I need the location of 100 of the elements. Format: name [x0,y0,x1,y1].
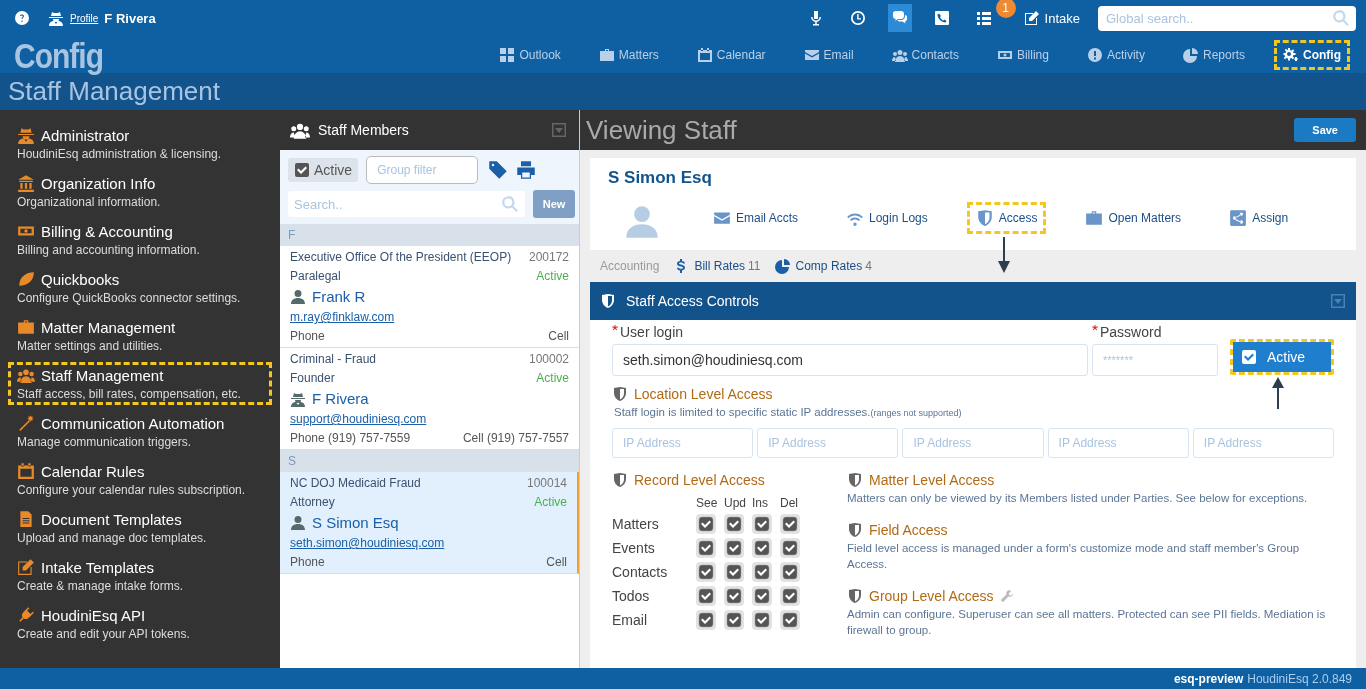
detail-tab[interactable]: Login Logs [837,202,937,234]
ip-address-field[interactable]: IP Address [757,428,899,459]
permission-checkbox[interactable] [724,514,744,535]
permission-checkbox[interactable] [780,562,800,583]
permission-checkbox[interactable] [696,610,716,631]
sidebar-item[interactable]: Intake Templates Create & manage intake forms. [8,554,272,597]
page-title: Staff Management [8,76,220,107]
shield-icon [975,209,994,227]
briefcase-icon [17,318,35,336]
ip-address-field[interactable]: IP Address [902,428,1044,459]
nav-tab[interactable]: Activity [1077,39,1154,70]
wand-icon [17,414,35,432]
section-description: Admin can configure. Superuser can see all matters. Protected can see PII fields. Mediation is firewall to group. [847,607,1327,639]
email-link[interactable]: seth.simon@houdiniesq.com [290,536,445,550]
permission-checkbox[interactable] [696,562,716,583]
sidebar-item[interactable]: Matter Management Matter settings and utilities. [8,314,272,357]
sidebar-item[interactable]: Billing & Accounting Billing and accounting information. [8,218,272,261]
permission-checkbox[interactable] [752,586,772,607]
grid-icon [499,46,516,63]
envelope-icon [713,209,731,227]
rates-link[interactable]: Bill Rates 11 [673,258,761,274]
staff-card[interactable]: Executive Office Of the President (EEOP) 200172 Paralegal Active Frank R m.ray@finklaw.com Phone Cell [280,246,579,348]
permission-checkbox[interactable] [724,562,744,583]
permission-checkbox[interactable] [780,538,800,559]
search-field[interactable]: Search.. [288,191,525,217]
gears-icon [1283,46,1299,63]
edit-icon [17,558,35,576]
ip-address-field[interactable]: IP Address [612,428,754,459]
field-label: Password [1092,324,1218,340]
staff-name: F Rivera [312,390,369,407]
staff-role: Paralegal [290,269,341,283]
nav-tab[interactable]: Contacts [882,39,968,70]
chat-icon[interactable] [887,4,912,32]
sidebar-item[interactable]: HoudiniEsq API Create and edit your API tokens. [8,602,272,645]
intake-button[interactable]: Intake [1023,10,1080,26]
nav-tab[interactable]: Calendar [687,39,775,70]
staff-phone: Phone (919) 757-7559 [290,431,411,445]
shield-icon [612,386,628,402]
permission-checkbox[interactable] [780,514,800,535]
profile-link[interactable]: Profile [70,12,99,24]
field-label: User login [612,324,1088,340]
help-icon[interactable] [14,10,30,26]
staff-status: Active [536,371,569,385]
permission-checkbox[interactable] [752,562,772,583]
notification-badge: 1 [995,0,1016,18]
permission-checkbox[interactable] [724,610,744,631]
staff-status: Active [534,495,567,509]
sidebar-item[interactable]: Document Templates Upload and manage doc templates. [8,506,272,549]
sidebar-item[interactable]: Communication Automation Manage communication triggers. [8,410,272,453]
email-link[interactable]: support@houdiniesq.com [290,412,427,426]
nav-tab[interactable]: Email [794,39,863,70]
spy-icon [48,10,64,26]
nav-tab[interactable]: Outlook [490,39,570,70]
permission-checkbox[interactable] [696,538,716,559]
sidebar-item[interactable]: Administrator HoudiniEsq administration & licensing. [8,122,272,165]
staff-number: 100002 [528,352,569,366]
sidebar-item[interactable]: Staff Management Staff access, bill rates, compensation, etc. [8,362,272,405]
section-label: Accounting [600,259,660,273]
sidebar-item[interactable]: Quickbooks Configure QuickBooks connector settings. [8,266,272,309]
group-letter: S [288,454,296,468]
staff-role: Founder [290,371,335,385]
print-icon[interactable] [516,160,537,180]
permission-checkbox[interactable] [724,586,744,607]
staff-card[interactable]: NC DOJ Medicaid Fraud 100014 Attorney Active S Simon Esq seth.simon@houdiniesq.com Phone Cell [280,472,579,574]
section-title: Location Level Access [634,386,773,402]
detail-tab[interactable]: Assign [1220,202,1298,234]
global-search-field[interactable]: Global search.. [1098,5,1356,31]
group-filter-field[interactable]: Group filter [366,156,479,184]
permission-checkbox[interactable] [780,586,800,607]
ip-address-field[interactable]: IP Address [1047,428,1189,459]
active-toggle[interactable]: Active [1230,339,1334,375]
permission-checkbox[interactable] [696,586,716,607]
tag-icon[interactable] [488,160,509,180]
section-description: Staff login is limited to specific static IP addresses. [614,406,871,418]
sidebar-item[interactable]: Organization Info Organizational information. [8,170,272,213]
nav-tab[interactable]: Matters [589,39,668,70]
nav-tab[interactable]: Reports [1173,39,1254,70]
column-header: See [696,496,719,511]
permission-checkbox[interactable] [696,514,716,535]
rates-link[interactable]: Comp Rates 4 [774,258,872,274]
permission-checkbox[interactable] [752,610,772,631]
briefcase-icon [598,46,615,63]
sidebar-item[interactable]: Calendar Rules Configure your calendar rules subscription. [8,458,272,501]
ip-address-field[interactable]: IP Address [1192,428,1334,459]
save-button[interactable]: Save [1294,118,1356,142]
nav-tab[interactable]: Config [1274,39,1350,70]
detail-tab[interactable]: Email Accts [704,202,807,234]
email-link[interactable]: m.ray@finklaw.com [290,310,395,324]
active-filter-toggle[interactable]: Active [288,158,359,182]
permission-checkbox[interactable] [752,538,772,559]
user-login-field[interactable]: seth.simon@houdiniesq.com [612,344,1088,376]
checkbox-icon [294,162,310,178]
column-header: Del [780,496,799,511]
permission-checkbox[interactable] [752,514,772,535]
detail-tab[interactable]: Open Matters [1076,202,1191,234]
panel-title: Staff Access Controls [626,293,760,309]
checkbox-icon [1241,349,1257,365]
permission-checkbox[interactable] [724,538,744,559]
nav-tab[interactable]: Billing [987,39,1058,70]
permission-checkbox[interactable] [780,610,800,631]
